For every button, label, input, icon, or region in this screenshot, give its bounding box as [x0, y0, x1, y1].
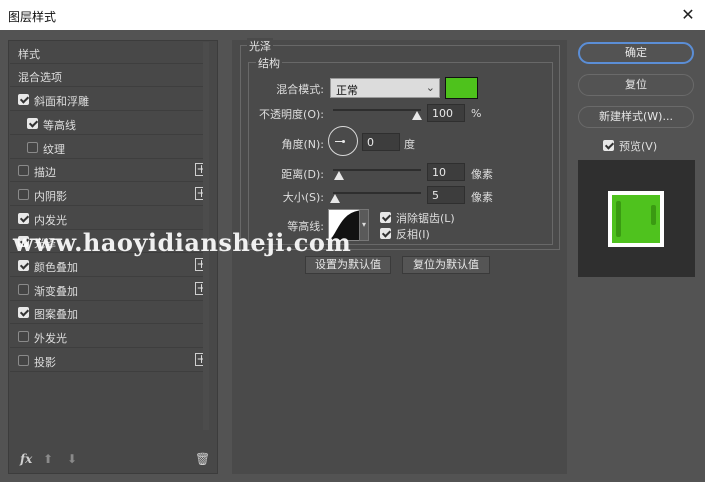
style-item-label: 描边	[34, 166, 56, 179]
distance-input[interactable]: 10	[427, 163, 465, 181]
blend-mode-label: 混合模式:	[276, 83, 324, 96]
checkbox[interactable]	[27, 142, 38, 153]
style-item-label: 斜面和浮雕	[34, 95, 89, 108]
invert-checkbox[interactable]	[380, 228, 391, 239]
styles-list-panel: 样式 混合选项 斜面和浮雕 等高线 纹理 描边 + 内阴影 + 内发光 光泽 颜…	[8, 40, 218, 474]
style-item-stroke[interactable]: 描边 +	[10, 159, 208, 182]
checkbox[interactable]	[18, 307, 29, 318]
angle-unit: 度	[404, 138, 415, 151]
set-default-button[interactable]: 设置为默认值	[305, 256, 391, 274]
watermark: www.haoyidiansheji.com	[13, 228, 352, 257]
arrow-down-icon[interactable]: ⬇	[67, 452, 77, 466]
style-item-drop-shadow[interactable]: 投影 +	[10, 349, 208, 372]
style-item-blending-options[interactable]: 混合选项	[10, 64, 208, 87]
blend-mode-select[interactable]: 正常 ⌄	[330, 78, 440, 98]
style-item-label: 等高线	[43, 119, 76, 132]
checkbox[interactable]	[18, 284, 29, 295]
invert-label: 反相(I)	[396, 228, 430, 241]
group-title: 结构	[256, 55, 282, 71]
checkbox[interactable]	[18, 213, 29, 224]
distance-unit: 像素	[471, 168, 493, 181]
reset-button[interactable]: 复位	[578, 74, 694, 96]
checkbox[interactable]	[27, 118, 38, 129]
opacity-slider-thumb[interactable]	[412, 111, 422, 120]
antialias-checkbox[interactable]	[380, 212, 391, 223]
style-item-label: 纹理	[43, 143, 65, 156]
style-item-label: 外发光	[34, 332, 67, 345]
checkbox[interactable]	[18, 355, 29, 366]
blend-mode-value: 正常	[336, 84, 358, 97]
style-item-label: 图案叠加	[34, 308, 78, 321]
antialias-label: 消除锯齿(L)	[396, 212, 455, 225]
opacity-unit: %	[471, 107, 482, 120]
opacity-slider[interactable]	[333, 109, 421, 111]
size-input[interactable]: 5	[427, 186, 465, 204]
style-item-bevel-emboss[interactable]: 斜面和浮雕	[10, 88, 208, 111]
angle-input[interactable]: 0	[362, 133, 400, 151]
distance-slider-thumb[interactable]	[334, 171, 344, 180]
chevron-down-icon: ⌄	[425, 81, 435, 94]
style-preview	[578, 160, 695, 277]
preview-checkbox[interactable]	[603, 140, 614, 151]
style-item-label: 投影	[34, 356, 56, 369]
opacity-label: 不透明度(O):	[259, 108, 324, 121]
ok-button[interactable]: 确定	[578, 42, 694, 64]
preview-swatch	[612, 195, 660, 243]
style-item-outer-glow[interactable]: 外发光	[10, 325, 208, 348]
contour-dropdown[interactable]: ▾	[359, 209, 369, 241]
preview-thumbnail	[608, 191, 664, 247]
close-icon[interactable]: ✕	[677, 4, 699, 26]
size-slider[interactable]	[333, 192, 421, 194]
opacity-input[interactable]: 100	[427, 104, 465, 122]
window-title: 图层样式	[8, 10, 57, 24]
angle-dial[interactable]	[328, 126, 358, 156]
new-style-button[interactable]: 新建样式(W)...	[578, 106, 694, 128]
style-item-label: 内阴影	[34, 190, 67, 203]
trash-icon[interactable]: 🗑	[195, 452, 210, 466]
checkbox[interactable]	[18, 189, 29, 200]
style-item-texture[interactable]: 纹理	[10, 136, 208, 159]
arrow-up-icon[interactable]: ⬆	[43, 452, 53, 466]
style-item-label: 内发光	[34, 214, 67, 227]
style-item-gradient-overlay[interactable]: 渐变叠加 +	[10, 278, 208, 301]
preview-label: 预览(V)	[619, 140, 658, 153]
fx-icon[interactable]: fx	[20, 452, 32, 466]
size-slider-thumb[interactable]	[330, 194, 340, 203]
style-item-contour[interactable]: 等高线	[10, 112, 208, 135]
distance-slider[interactable]	[333, 169, 421, 171]
reset-default-button[interactable]: 复位为默认值	[402, 256, 490, 274]
style-item-label: 渐变叠加	[34, 285, 78, 298]
style-item-label: 颜色叠加	[34, 261, 78, 274]
style-item-inner-shadow[interactable]: 内阴影 +	[10, 183, 208, 206]
checkbox[interactable]	[18, 94, 29, 105]
angle-label: 角度(N):	[281, 138, 324, 151]
style-item-color-overlay[interactable]: 颜色叠加 +	[10, 254, 208, 277]
angle-center	[342, 140, 345, 143]
style-item-styles[interactable]: 样式	[10, 41, 208, 64]
checkbox[interactable]	[18, 260, 29, 271]
style-list-toolbar: fx ⬆ ⬇ 🗑	[20, 452, 215, 470]
title-bar: 图层样式 ✕	[0, 0, 705, 30]
section-title: 光泽	[247, 38, 273, 54]
size-unit: 像素	[471, 191, 493, 204]
style-item-label: 混合选项	[18, 71, 62, 84]
checkbox[interactable]	[18, 331, 29, 342]
checkbox[interactable]	[18, 165, 29, 176]
style-item-pattern-overlay[interactable]: 图案叠加	[10, 301, 208, 324]
style-item-inner-glow[interactable]: 内发光	[10, 207, 208, 230]
distance-label: 距离(D):	[281, 168, 324, 181]
color-swatch[interactable]	[445, 77, 478, 99]
size-label: 大小(S):	[282, 191, 324, 204]
style-item-label: 样式	[18, 48, 40, 61]
